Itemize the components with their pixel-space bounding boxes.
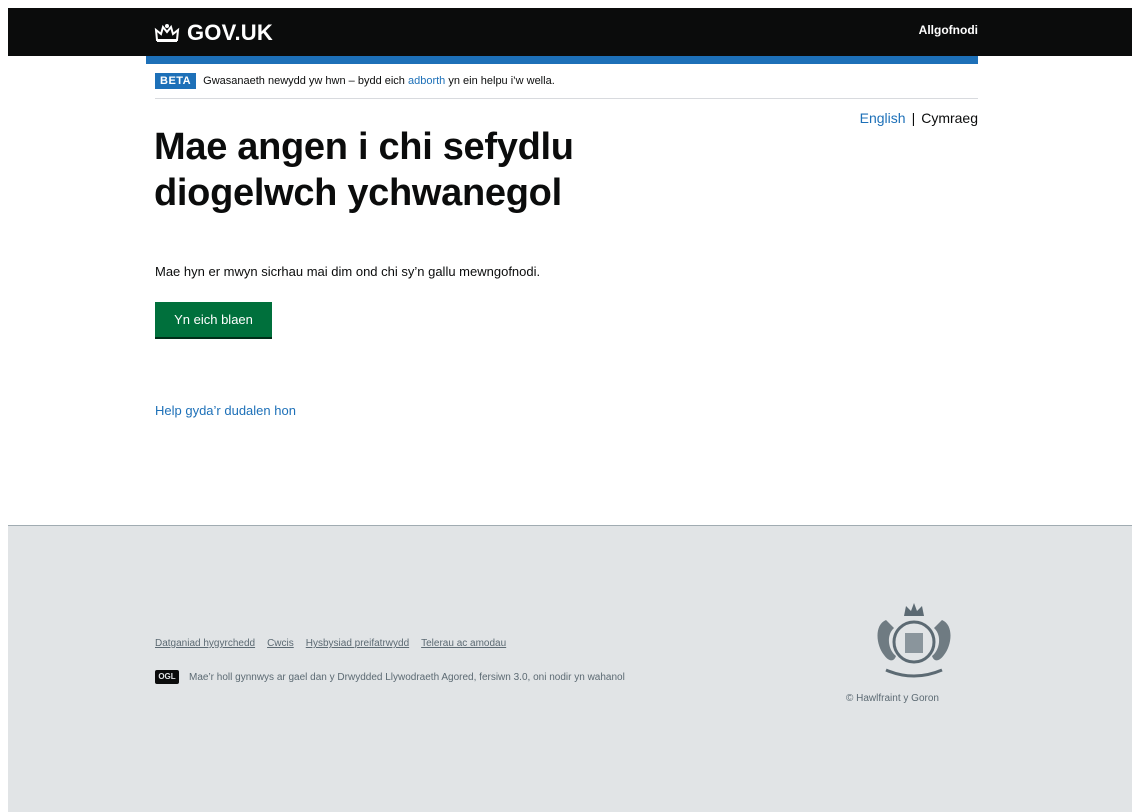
phase-banner: BETA Gwasanaeth newydd yw hwn – bydd eic… [155, 73, 555, 89]
copyright-text: © Hawlfraint y Goron [846, 693, 939, 704]
footer-links: Datganiad hygyrchedd Cwcis Hysbysiad pre… [155, 638, 506, 649]
header-blue-bar [146, 56, 978, 64]
footer-link-terms[interactable]: Telerau ac amodau [421, 638, 506, 649]
phase-text: Gwasanaeth newydd yw hwn – bydd eich adb… [203, 75, 555, 87]
licence-link[interactable]: Drwydded Llywodraeth Agored, fersiwn 3.0 [337, 672, 527, 683]
logo-text: GOV.UK [187, 20, 273, 45]
signout-link[interactable]: Allgofnodi [919, 23, 978, 37]
beta-tag: BETA [155, 73, 197, 89]
page-title: Mae angen i chi sefydlu diogelwch ychwan… [154, 126, 574, 214]
crown-icon [154, 24, 180, 42]
site-footer: Datganiad hygyrchedd Cwcis Hysbysiad pre… [8, 525, 1132, 812]
language-separator: | [911, 110, 916, 126]
phase-divider [155, 98, 978, 99]
phase-text-before: Gwasanaeth newydd yw hwn – bydd eich [203, 75, 408, 87]
ogl-logo-icon: OGL [155, 670, 179, 684]
help-link[interactable]: Help gyda’r dudalen hon [155, 403, 296, 418]
royal-coat-of-arms-icon [877, 603, 951, 678]
feedback-link[interactable]: adborth [408, 75, 445, 87]
language-current: Cymraeg [921, 110, 978, 126]
licence-text-after: , oni nodir yn wahanol [527, 672, 625, 683]
footer-link-privacy[interactable]: Hysbysiad preifatrwydd [306, 638, 409, 649]
body-text: Mae hyn er mwyn sicrhau mai dim ond chi … [155, 264, 541, 279]
govuk-logo-link[interactable]: GOV.UK [154, 20, 273, 46]
licence-text-before: Mae’r holl gynnwys ar gael dan y [189, 672, 338, 683]
footer-link-cookies[interactable]: Cwcis [267, 638, 294, 649]
footer-link-accessibility[interactable]: Datganiad hygyrchedd [155, 638, 255, 649]
continue-button[interactable]: Yn eich blaen [155, 302, 272, 337]
site-header: GOV.UK Allgofnodi [8, 8, 1132, 56]
language-english-link[interactable]: English [860, 110, 906, 126]
licence-row: OGL Mae’r holl gynnwys ar gael dan y Drw… [155, 670, 717, 685]
licence-text: Mae’r holl gynnwys ar gael dan y Drwydde… [189, 670, 717, 685]
language-toggle: English | Cymraeg [860, 110, 978, 126]
phase-text-after: yn ein helpu i’w wella. [445, 75, 555, 87]
